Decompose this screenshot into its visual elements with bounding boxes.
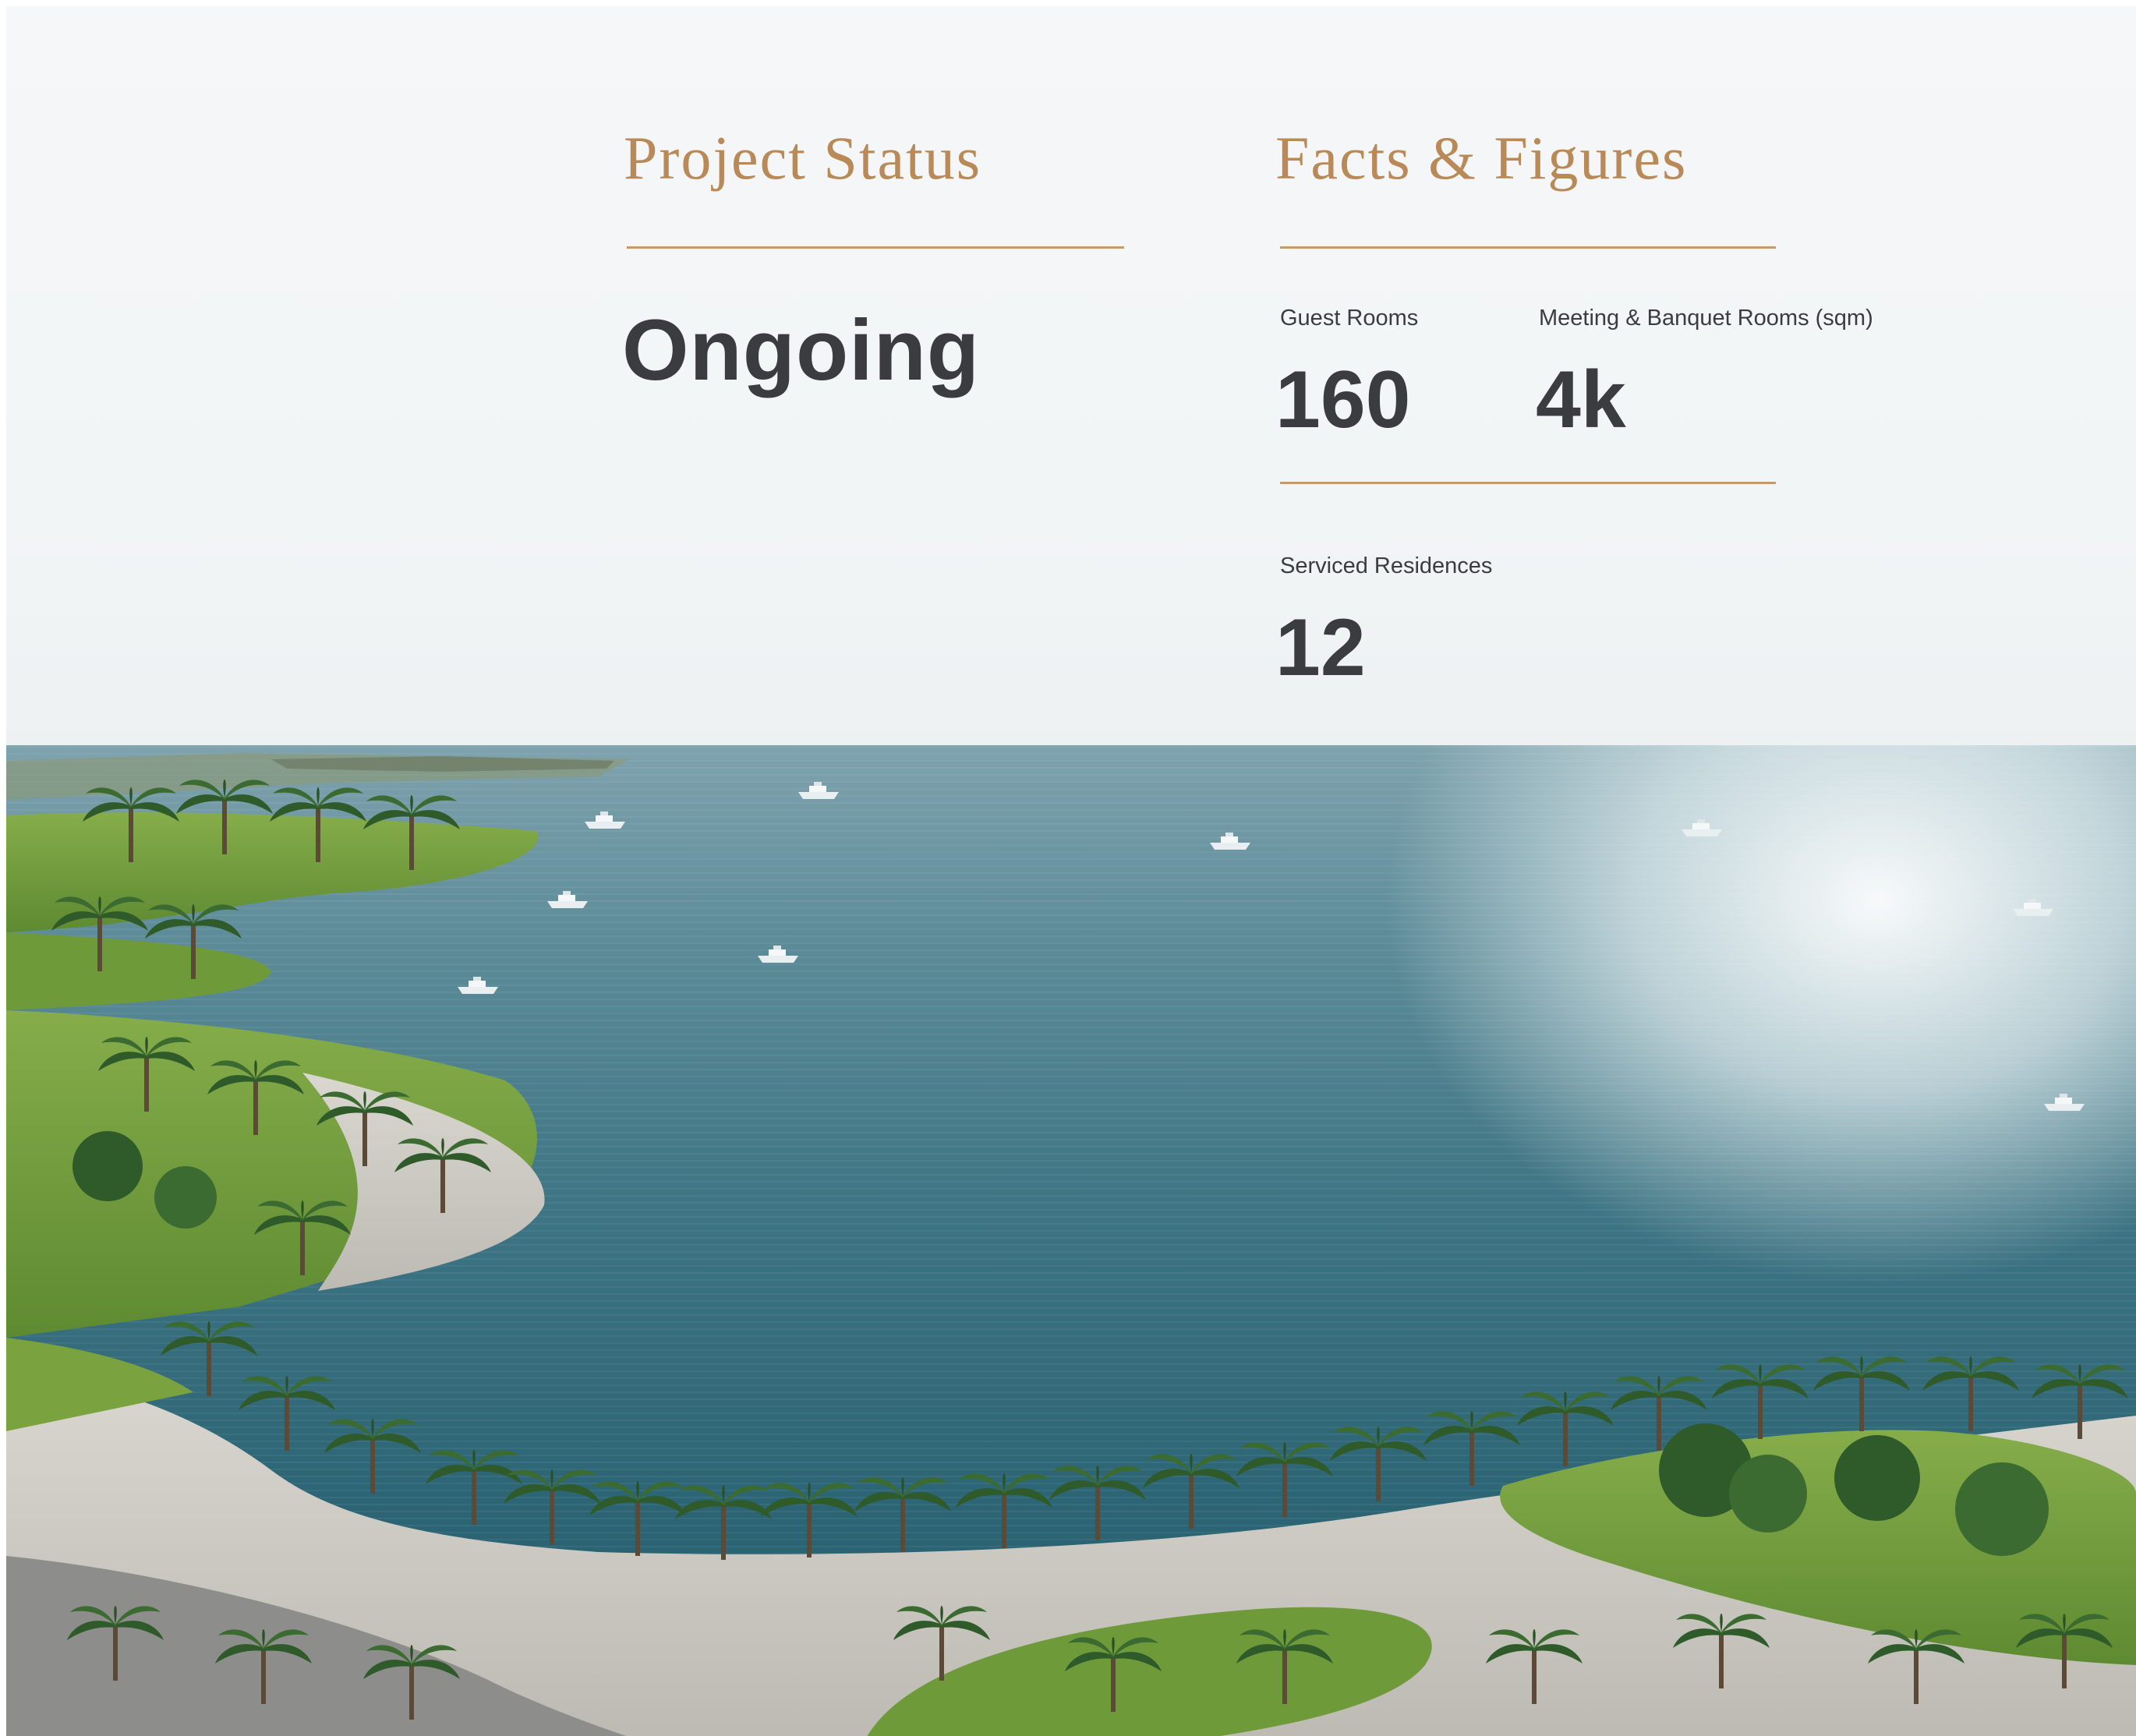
facts-figures-heading: Facts & Figures (1275, 124, 1688, 192)
facts-divider-middle (1280, 482, 1776, 484)
project-status-value: Ongoing (622, 302, 981, 398)
fact-value-meeting-banquet: 4k (1536, 355, 1626, 445)
fact-value-guest-rooms: 160 (1275, 355, 1411, 445)
project-status-divider (627, 246, 1124, 249)
facts-divider-top (1280, 246, 1776, 249)
brochure-page: Project Status Ongoing Facts & Figures G… (6, 6, 2136, 1736)
fact-label-guest-rooms: Guest Rooms (1280, 306, 1419, 331)
fact-label-meeting-banquet: Meeting & Banquet Rooms (sqm) (1539, 306, 1873, 331)
sky-background (6, 6, 2136, 745)
waterfront-rendering (6, 753, 2136, 1736)
project-status-heading: Project Status (624, 124, 982, 192)
fact-label-serviced-residences: Serviced Residences (1280, 553, 1493, 578)
fact-value-serviced-residences: 12 (1275, 603, 1366, 693)
